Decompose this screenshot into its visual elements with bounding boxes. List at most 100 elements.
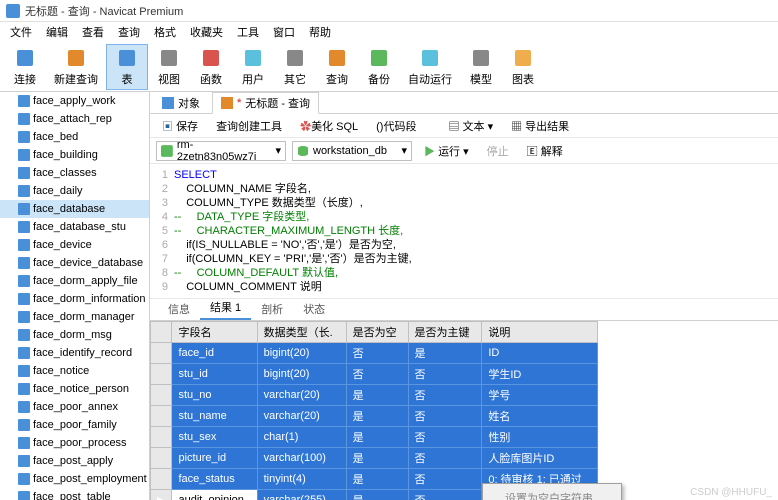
view-button[interactable]: 视图: [148, 44, 190, 90]
tree-item[interactable]: face_poor_process: [0, 434, 149, 452]
menu-工具[interactable]: 工具: [231, 22, 265, 42]
tab-query[interactable]: *无标题 - 查询: [212, 92, 319, 114]
code-line[interactable]: 2 COLUMN_NAME 字段名,: [150, 182, 778, 196]
tree-item[interactable]: face_dorm_information: [0, 290, 149, 308]
cell[interactable]: varchar(100): [257, 448, 346, 469]
user-button[interactable]: 用户: [232, 44, 274, 90]
column-header[interactable]: 说明: [482, 322, 598, 343]
cell[interactable]: face_status: [172, 469, 257, 490]
code-line[interactable]: 9 COLUMN_COMMENT 说明: [150, 280, 778, 294]
cell[interactable]: char(1): [257, 427, 346, 448]
column-header[interactable]: 是否为主键: [408, 322, 482, 343]
cell[interactable]: 是: [346, 490, 408, 500]
tree-item[interactable]: face_daily: [0, 182, 149, 200]
table-row[interactable]: stu_namevarchar(20)是否姓名: [151, 406, 598, 427]
tab-result-1[interactable]: 结果 1: [200, 296, 251, 320]
other-button[interactable]: 其它: [274, 44, 316, 90]
tree-item[interactable]: face_apply_work: [0, 92, 149, 110]
cell[interactable]: 否: [408, 406, 482, 427]
cell[interactable]: 是: [346, 427, 408, 448]
cell[interactable]: stu_name: [172, 406, 257, 427]
stop-button[interactable]: 停止: [481, 141, 515, 161]
tree-item[interactable]: face_poor_annex: [0, 398, 149, 416]
table-row[interactable]: stu_sexchar(1)是否性别: [151, 427, 598, 448]
tree-item[interactable]: face_identify_record: [0, 344, 149, 362]
cell[interactable]: picture_id: [172, 448, 257, 469]
cell[interactable]: bigint(20): [257, 364, 346, 385]
tree-item[interactable]: face_dorm_msg: [0, 326, 149, 344]
tree-item[interactable]: face_database: [0, 200, 149, 218]
snippet-button[interactable]: ()代码段: [370, 116, 422, 136]
column-header[interactable]: 字段名: [172, 322, 257, 343]
cell[interactable]: varchar(20): [257, 406, 346, 427]
cell[interactable]: 否: [408, 427, 482, 448]
cell[interactable]: 否: [408, 490, 482, 500]
export-button[interactable]: ▦ 导出结果: [505, 116, 575, 136]
code-line[interactable]: 6 if(IS_NULLABLE = 'NO','否','是'）是否为空,: [150, 238, 778, 252]
menu-帮助[interactable]: 帮助: [303, 22, 337, 42]
tab-objects[interactable]: 对象: [154, 93, 208, 113]
new-query-button[interactable]: 新建查询: [46, 44, 106, 90]
tree-item[interactable]: face_classes: [0, 164, 149, 182]
tree-item[interactable]: face_dorm_apply_file: [0, 272, 149, 290]
cell[interactable]: 否: [408, 364, 482, 385]
code-line[interactable]: 1SELECT: [150, 168, 778, 182]
cell[interactable]: 否: [408, 448, 482, 469]
cell[interactable]: face_id: [172, 343, 257, 364]
function-button[interactable]: 函数: [190, 44, 232, 90]
column-header[interactable]: 数据类型（长.: [257, 322, 346, 343]
table-row[interactable]: picture_idvarchar(100)是否人脸库图片ID: [151, 448, 598, 469]
save-button[interactable]: ▣ 保存: [156, 116, 204, 136]
menu-窗口[interactable]: 窗口: [267, 22, 301, 42]
run-button[interactable]: ▶ 运行 ▾: [418, 141, 475, 161]
tab-info[interactable]: 信息: [158, 298, 200, 320]
cell[interactable]: 是: [346, 469, 408, 490]
connect-button[interactable]: 连接: [4, 44, 46, 90]
cell[interactable]: 学生ID: [482, 364, 598, 385]
cell[interactable]: varchar(255): [257, 490, 346, 500]
connection-combo[interactable]: rm-2zetn83n05wz7i▾: [156, 141, 286, 161]
cell[interactable]: bigint(20): [257, 343, 346, 364]
tree-item[interactable]: face_notice_person: [0, 380, 149, 398]
cell[interactable]: 否: [346, 364, 408, 385]
tree-item[interactable]: face_dorm_manager: [0, 308, 149, 326]
autorun-button[interactable]: 自动运行: [400, 44, 460, 90]
code-line[interactable]: 4-- DATA_TYPE 字段类型,: [150, 210, 778, 224]
column-header[interactable]: 是否为空: [346, 322, 408, 343]
cell[interactable]: stu_sex: [172, 427, 257, 448]
tree-item[interactable]: face_database_stu: [0, 218, 149, 236]
cell[interactable]: 姓名: [482, 406, 598, 427]
cell[interactable]: tinyint(4): [257, 469, 346, 490]
text-button[interactable]: ▤ 文本 ▾: [442, 116, 499, 136]
tree-item[interactable]: face_post_employment: [0, 470, 149, 488]
tree-item[interactable]: face_poor_family: [0, 416, 149, 434]
cell[interactable]: 人脸库图片ID: [482, 448, 598, 469]
menu-查看[interactable]: 查看: [76, 22, 110, 42]
code-line[interactable]: 7 if(COLUMN_KEY = 'PRI','是','否'）是否为主键,: [150, 252, 778, 266]
code-line[interactable]: 8-- COLUMN_DEFAULT 默认值,: [150, 266, 778, 280]
explain-button[interactable]: 🄴 解释: [521, 141, 569, 161]
menu-set-blank[interactable]: 设置为空白字符串: [485, 486, 619, 500]
tree-item[interactable]: face_notice: [0, 362, 149, 380]
cell[interactable]: 是: [346, 385, 408, 406]
tree-item[interactable]: face_bed: [0, 128, 149, 146]
tree-item[interactable]: face_device: [0, 236, 149, 254]
model-button[interactable]: 模型: [460, 44, 502, 90]
tree-item[interactable]: face_attach_rep: [0, 110, 149, 128]
tree-item[interactable]: face_device_database: [0, 254, 149, 272]
menu-编辑[interactable]: 编辑: [40, 22, 74, 42]
table-row[interactable]: face_idbigint(20)否是ID: [151, 343, 598, 364]
cell[interactable]: varchar(20): [257, 385, 346, 406]
cell[interactable]: ID: [482, 343, 598, 364]
tree-item[interactable]: face_post_table: [0, 488, 149, 500]
query-button[interactable]: 查询: [316, 44, 358, 90]
result-grid[interactable]: 字段名数据类型（长.是否为空是否为主键说明face_idbigint(20)否是…: [150, 321, 778, 500]
cell[interactable]: stu_no: [172, 385, 257, 406]
tab-profile[interactable]: 剖析: [251, 298, 293, 320]
chart-button[interactable]: 图表: [502, 44, 544, 90]
cell[interactable]: stu_id: [172, 364, 257, 385]
cell[interactable]: 否: [408, 469, 482, 490]
cell[interactable]: 是: [408, 343, 482, 364]
menu-收藏夹[interactable]: 收藏夹: [184, 22, 229, 42]
query-builder-button[interactable]: 查询创建工具: [210, 116, 288, 136]
